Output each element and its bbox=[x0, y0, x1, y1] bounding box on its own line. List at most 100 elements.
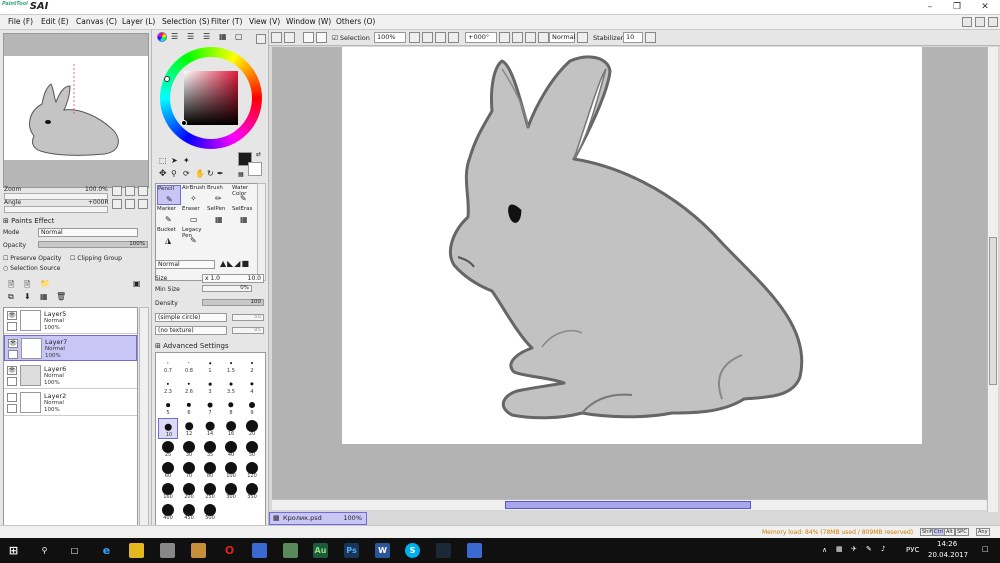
tool-eraser[interactable]: Eraser ▭ bbox=[182, 206, 206, 226]
tray-arrow-icon[interactable]: ∧ bbox=[822, 546, 827, 554]
tool-pencil[interactable]: Pencil ✎ bbox=[157, 185, 181, 205]
steam-icon[interactable] bbox=[436, 543, 451, 558]
restore-button[interactable]: ❐ bbox=[945, 0, 969, 15]
selection-toggle[interactable]: ☑ Selection bbox=[332, 34, 370, 42]
lasso-select-icon[interactable]: ➤ bbox=[171, 156, 178, 165]
canvas-zoom-out-button[interactable] bbox=[409, 32, 420, 43]
color-wheel-tab-icon[interactable] bbox=[157, 32, 167, 42]
clock-date[interactable]: 20.04.2017 bbox=[928, 551, 968, 559]
new-linework-layer-icon[interactable]: 🗎 bbox=[24, 279, 30, 293]
task-view-icon[interactable]: □ bbox=[67, 543, 82, 558]
zoom-reset-button[interactable] bbox=[138, 186, 148, 196]
brush-size-cell[interactable]: 4 bbox=[242, 376, 262, 397]
color-picker-handle[interactable] bbox=[181, 120, 187, 126]
advanced-settings-toggle[interactable]: ⊞ Advanced Settings bbox=[155, 342, 229, 350]
drawing-paper[interactable] bbox=[342, 47, 922, 444]
saturation-value-square[interactable] bbox=[184, 71, 238, 125]
app-window-icon[interactable] bbox=[467, 543, 482, 558]
magic-wand-icon[interactable]: ✦ bbox=[183, 156, 190, 165]
paints-effect-header[interactable]: ⊞ Paints Effect bbox=[3, 217, 54, 225]
search-icon[interactable]: ⚲ bbox=[37, 543, 52, 558]
save-app-icon[interactable] bbox=[252, 543, 267, 558]
intermediate-color-tab-icon[interactable]: ☰ bbox=[203, 32, 210, 41]
tool-airbrush[interactable]: AirBrush ✧ bbox=[182, 185, 206, 205]
brush-size-cell[interactable]: 10 bbox=[158, 418, 178, 439]
network-icon[interactable]: ✈ bbox=[851, 545, 857, 553]
brush-size-cell[interactable]: 0.7 bbox=[158, 355, 178, 376]
brush-size-cell[interactable]: 2.3 bbox=[158, 376, 178, 397]
brush-shape-select[interactable]: (simple circle) bbox=[155, 313, 227, 322]
merge-down-icon[interactable]: ⬇ bbox=[24, 292, 31, 301]
visibility-eye-icon[interactable]: 👁 bbox=[8, 339, 18, 348]
layer-lock-icon[interactable] bbox=[7, 377, 17, 386]
brush-size-cell[interactable]: 0.8 bbox=[179, 355, 199, 376]
preserve-opacity-checkbox[interactable]: ☐ Preserve Opacity bbox=[3, 255, 61, 262]
undo-button[interactable] bbox=[271, 32, 282, 43]
brush-size-cell[interactable]: 1 bbox=[200, 355, 220, 376]
media-app-icon[interactable] bbox=[191, 543, 206, 558]
layer-item-selected[interactable]: 👁 Layer7 Normal 100% bbox=[4, 335, 137, 361]
brush-size-cell[interactable]: 100 bbox=[221, 460, 241, 481]
edge-browser-icon[interactable]: e bbox=[99, 543, 114, 558]
volume-icon[interactable]: ♪ bbox=[881, 545, 885, 553]
hsv-slider-tab-icon[interactable]: ☰ bbox=[187, 32, 194, 41]
brush-size-cell[interactable]: 120 bbox=[242, 460, 262, 481]
layer-mask-icon[interactable]: ▣ bbox=[133, 279, 141, 288]
background-color-swatch[interactable] bbox=[248, 162, 262, 176]
selection-source-radio[interactable]: ○ Selection Source bbox=[3, 265, 60, 272]
brush-blend-select[interactable]: Normal bbox=[155, 260, 215, 269]
redo-button[interactable] bbox=[284, 32, 295, 43]
delete-layer-icon[interactable]: 🗑 bbox=[56, 292, 66, 301]
brush-size-cell[interactable]: 35 bbox=[200, 439, 220, 460]
brush-size-cell[interactable]: 20 bbox=[242, 418, 262, 439]
blend-dropdown-button[interactable] bbox=[577, 32, 588, 43]
menu-window[interactable]: Window (W) bbox=[286, 17, 331, 26]
brush-size-cell[interactable]: 8 bbox=[221, 397, 241, 418]
brush-size-cell[interactable]: 2.6 bbox=[179, 376, 199, 397]
new-folder-icon[interactable]: 📁 bbox=[40, 279, 50, 288]
menu-canvas[interactable]: Canvas (C) bbox=[76, 17, 117, 26]
brush-texture-strength[interactable]: 95 bbox=[232, 327, 264, 334]
menu-edit[interactable]: Edit (E) bbox=[41, 17, 69, 26]
tool-brush[interactable]: Brush ✏ bbox=[207, 185, 231, 205]
tool-marker[interactable]: Marker ✎ bbox=[157, 206, 181, 226]
canvas-blend-select[interactable]: Normal bbox=[549, 32, 576, 43]
photoshop-icon[interactable]: Ps bbox=[344, 543, 359, 558]
stabilizer-select[interactable]: 10 bbox=[623, 32, 643, 43]
brush-size-cell[interactable]: 9 bbox=[242, 397, 262, 418]
pen-edit-icon[interactable] bbox=[8, 350, 18, 359]
zoom-tool-icon[interactable]: ⚲ bbox=[171, 169, 177, 178]
document-tab[interactable]: ▦ Кролик.psd 100% bbox=[269, 512, 367, 525]
visibility-eye-icon[interactable]: 👁 bbox=[7, 311, 17, 320]
density-slider[interactable]: 100 bbox=[202, 299, 264, 306]
mdi-minimize-button[interactable] bbox=[962, 17, 972, 27]
canvas-viewport[interactable] bbox=[272, 47, 987, 499]
brush-size-cell[interactable]: 25 bbox=[158, 439, 178, 460]
rect-select-icon[interactable]: ⬚ bbox=[159, 156, 167, 165]
pen-icon[interactable]: ✎ bbox=[866, 545, 872, 553]
invert-selection-button[interactable] bbox=[316, 32, 327, 43]
brush-size-cell[interactable]: 160 bbox=[158, 481, 178, 502]
tool-bucket[interactable]: Bucket ◮ bbox=[157, 227, 181, 247]
menu-selection[interactable]: Selection (S) bbox=[162, 17, 210, 26]
menu-filter[interactable]: Filter (T) bbox=[211, 17, 242, 26]
rotate-cw-button[interactable] bbox=[512, 32, 523, 43]
swap-colors-icon[interactable]: ⇄ bbox=[256, 151, 261, 158]
zoom-in-button[interactable] bbox=[125, 186, 135, 196]
tray-tablet-icon[interactable]: ▦ bbox=[836, 545, 843, 553]
layer-item[interactable]: 👁 Layer6 Normal 100% bbox=[4, 363, 137, 389]
stabilizer-dropdown-button[interactable] bbox=[645, 32, 656, 43]
layer-list-scrollbar[interactable] bbox=[139, 307, 149, 547]
navigator-preview[interactable] bbox=[3, 33, 149, 188]
visibility-eye-icon[interactable] bbox=[7, 393, 17, 402]
menu-layer[interactable]: Layer (L) bbox=[122, 17, 155, 26]
brush-size-cell[interactable]: 12 bbox=[179, 418, 199, 439]
layer-mode-select[interactable]: Normal bbox=[38, 228, 138, 237]
angle-slider[interactable] bbox=[4, 206, 108, 213]
canvas-angle-select[interactable]: +000° bbox=[465, 32, 497, 43]
transparent-color-icon[interactable]: ▦ bbox=[238, 171, 244, 178]
deselect-button[interactable] bbox=[303, 32, 314, 43]
hand-tool-icon[interactable]: ✋ bbox=[195, 169, 205, 178]
menu-view[interactable]: View (V) bbox=[249, 17, 280, 26]
brush-size-cell[interactable]: 50 bbox=[242, 439, 262, 460]
